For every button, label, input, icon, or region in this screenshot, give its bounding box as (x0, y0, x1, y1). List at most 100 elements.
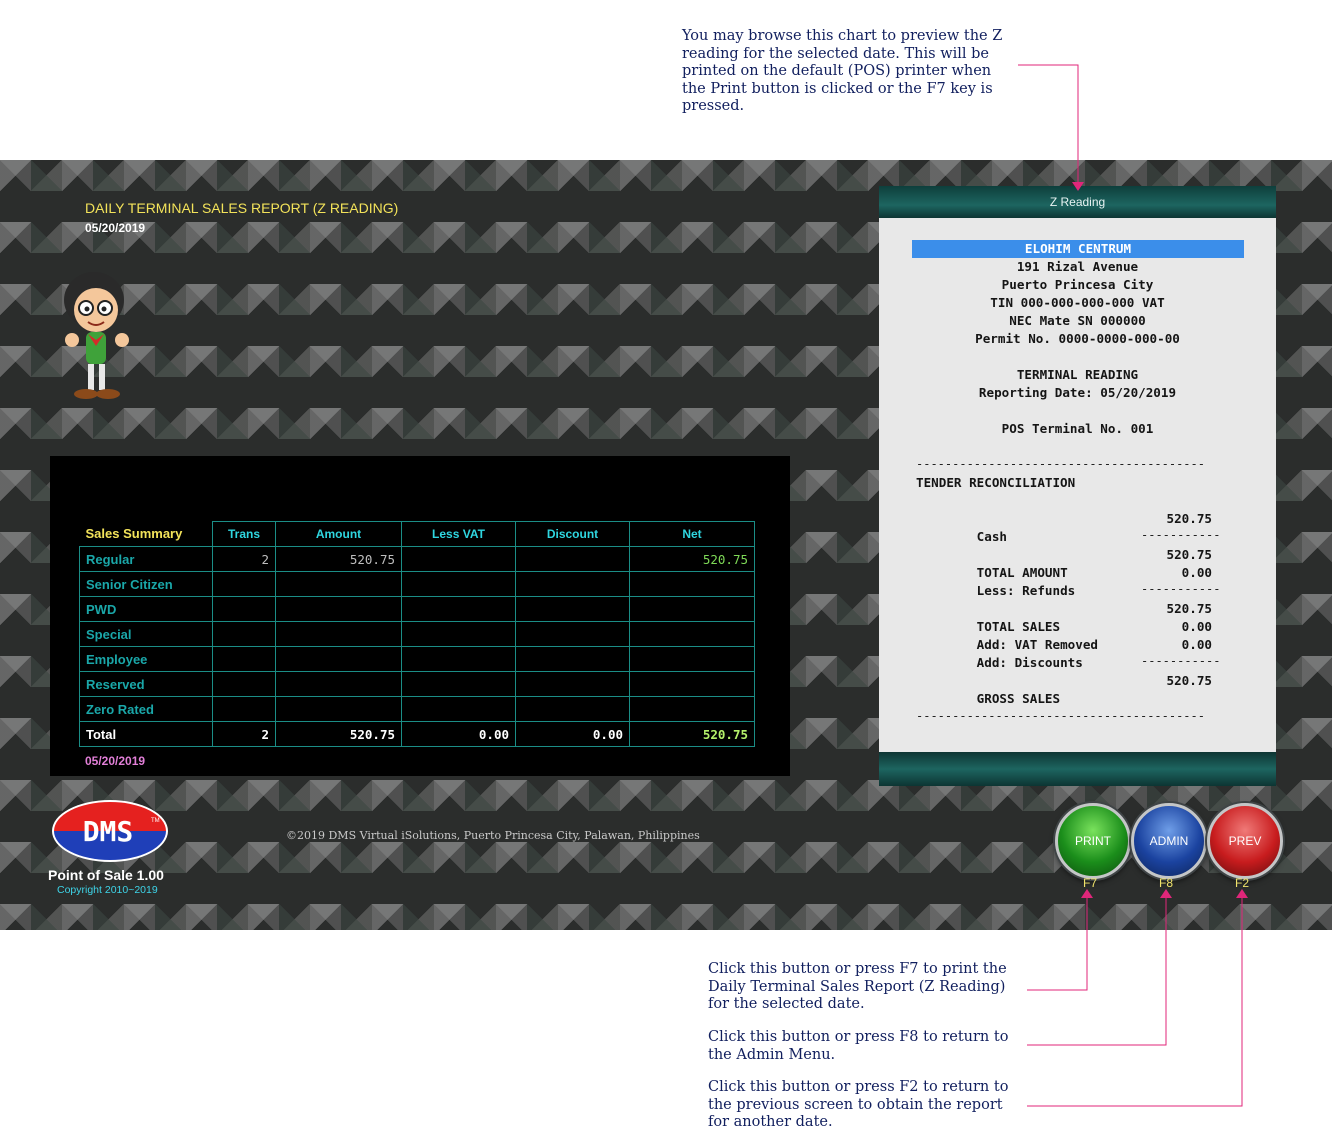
prev-shortcut-key: F2 (1234, 876, 1249, 890)
cell-amount (275, 621, 402, 647)
z-reading-header: Z Reading (879, 186, 1276, 218)
receipt-permit: Permit No. 0000-0000-000-00 (975, 331, 1180, 346)
cell-trans (212, 671, 276, 697)
receipt-refunds-label: Less: Refunds (976, 583, 1076, 598)
receipt-subdivider: ----------- (1141, 582, 1221, 596)
table-row[interactable]: Employee (79, 646, 755, 672)
cell-net (629, 671, 755, 697)
table-row[interactable]: Reserved (79, 671, 755, 697)
admin-shortcut-key: F8 (1158, 876, 1173, 890)
report-title: DAILY TERMINAL SALES REPORT (Z READING) (85, 200, 399, 216)
col-amount: Amount (275, 521, 402, 547)
receipt-tender-title: TENDER RECONCILIATION (916, 475, 1076, 490)
cell-less-vat (401, 571, 516, 597)
col-sales-summary: Sales Summary (79, 521, 213, 547)
table-row[interactable]: Zero Rated (79, 696, 755, 722)
cell-less-vat (401, 671, 516, 697)
table-row[interactable]: Regular 2 520.75 520.75 (79, 546, 755, 572)
print-button[interactable]: PRINT (1055, 803, 1131, 879)
receipt-total-sales-value: 520.75 (1166, 601, 1213, 616)
receipt-address-1: 191 Rizal Avenue (1016, 259, 1139, 274)
receipt-refunds-value: 0.00 (1181, 565, 1212, 580)
receipt-cash-label: Cash (976, 529, 1008, 544)
cell-net (629, 696, 755, 722)
row-label: PWD (79, 596, 213, 622)
cell-net (629, 621, 755, 647)
receipt-reading-title: TERMINAL READING (1016, 367, 1139, 382)
receipt-subdivider: ----------- (1141, 528, 1221, 542)
cell-discount (515, 696, 630, 722)
receipt-total-amount-value: 520.75 (1166, 547, 1213, 562)
receipt-divider: ---------------------------------------- (916, 457, 1205, 471)
cell-amount (275, 646, 402, 672)
cell-trans: 2 (212, 546, 276, 572)
admin-button[interactable]: ADMIN (1131, 803, 1207, 879)
cell-discount (515, 546, 630, 572)
receipt-address-2: Puerto Princesa City (1001, 277, 1154, 292)
note-prev-button: Click this button or press F2 to return … (708, 1079, 1009, 1130)
cell-discount (515, 646, 630, 672)
cell-trans (212, 621, 276, 647)
panel-date: 05/20/2019 (85, 754, 146, 768)
cell-discount (515, 596, 630, 622)
receipt-tin: TIN 000-000-000-000 VAT (990, 295, 1165, 310)
receipt-cash-value: 520.75 (1166, 511, 1213, 526)
total-trans: 2 (212, 721, 276, 747)
product-name: Point of Sale 1.00 (48, 867, 164, 883)
mascot-image (64, 272, 129, 399)
dms-logo-icon: DMS TM (52, 800, 168, 862)
cell-net: 520.75 (629, 546, 755, 572)
note-preview-chart: You may browse this chart to preview the… (682, 28, 1003, 114)
row-label: Employee (79, 646, 213, 672)
prev-button[interactable]: PREV (1207, 803, 1283, 879)
total-less-vat: 0.00 (401, 721, 516, 747)
sales-summary-table[interactable]: Sales Summary Trans Amount Less VAT Disc… (79, 521, 755, 747)
receipt-discounts-value: 0.00 (1181, 637, 1212, 652)
z-reading-viewer[interactable]: Z Reading ELOHIM CENTRUM 191 Rizal Avenu… (879, 186, 1276, 786)
receipt-gross-sales-value: 520.75 (1166, 673, 1213, 688)
table-row[interactable]: Special (79, 621, 755, 647)
cell-trans (212, 571, 276, 597)
note-admin-button: Click this button or press F8 to return … (708, 1029, 1009, 1063)
total-net: 520.75 (629, 721, 755, 747)
total-label: Total (79, 721, 213, 747)
table-header-row: Sales Summary Trans Amount Less VAT Disc… (79, 521, 755, 547)
row-label: Regular (79, 546, 213, 572)
cell-amount (275, 671, 402, 697)
table-row[interactable]: Senior Citizen (79, 571, 755, 597)
cell-less-vat (401, 646, 516, 672)
receipt-divider: ---------------------------------------- (916, 709, 1205, 723)
cell-net (629, 646, 755, 672)
col-net: Net (629, 521, 755, 547)
cell-trans (212, 696, 276, 722)
receipt-gross-sales-label: GROSS SALES (976, 691, 1061, 706)
cell-net (629, 571, 755, 597)
product-copyright: Copyright 2010~2019 (57, 884, 158, 896)
cell-discount (515, 621, 630, 647)
table-total-row: Total 2 520.75 0.00 0.00 520.75 (79, 721, 755, 747)
row-label: Special (79, 621, 213, 647)
cell-less-vat (401, 696, 516, 722)
receipt-subdivider: ----------- (1141, 654, 1221, 668)
col-less-vat: Less VAT (401, 521, 516, 547)
cell-amount (275, 571, 402, 597)
row-label: Senior Citizen (79, 571, 213, 597)
receipt-vat-removed-value: 0.00 (1181, 619, 1212, 634)
z-reading-receipt[interactable]: ELOHIM CENTRUM 191 Rizal Avenue Puerto P… (879, 218, 1276, 752)
table-row[interactable]: PWD (79, 596, 755, 622)
print-shortcut-key: F7 (1082, 876, 1097, 890)
cell-trans (212, 596, 276, 622)
cell-amount (275, 596, 402, 622)
col-discount: Discount (515, 521, 630, 547)
row-label: Reserved (79, 671, 213, 697)
cell-net (629, 596, 755, 622)
cell-amount: 520.75 (275, 546, 402, 572)
total-discount: 0.00 (515, 721, 630, 747)
cell-less-vat (401, 546, 516, 572)
cell-discount (515, 571, 630, 597)
sales-summary-panel: Sales Summary Trans Amount Less VAT Disc… (50, 456, 790, 776)
receipt-reporting-date: Reporting Date: 05/20/2019 (978, 385, 1177, 400)
cell-discount (515, 671, 630, 697)
report-date: 05/20/2019 (85, 221, 146, 235)
receipt-machine-sn: NEC Mate SN 000000 (1009, 313, 1146, 328)
